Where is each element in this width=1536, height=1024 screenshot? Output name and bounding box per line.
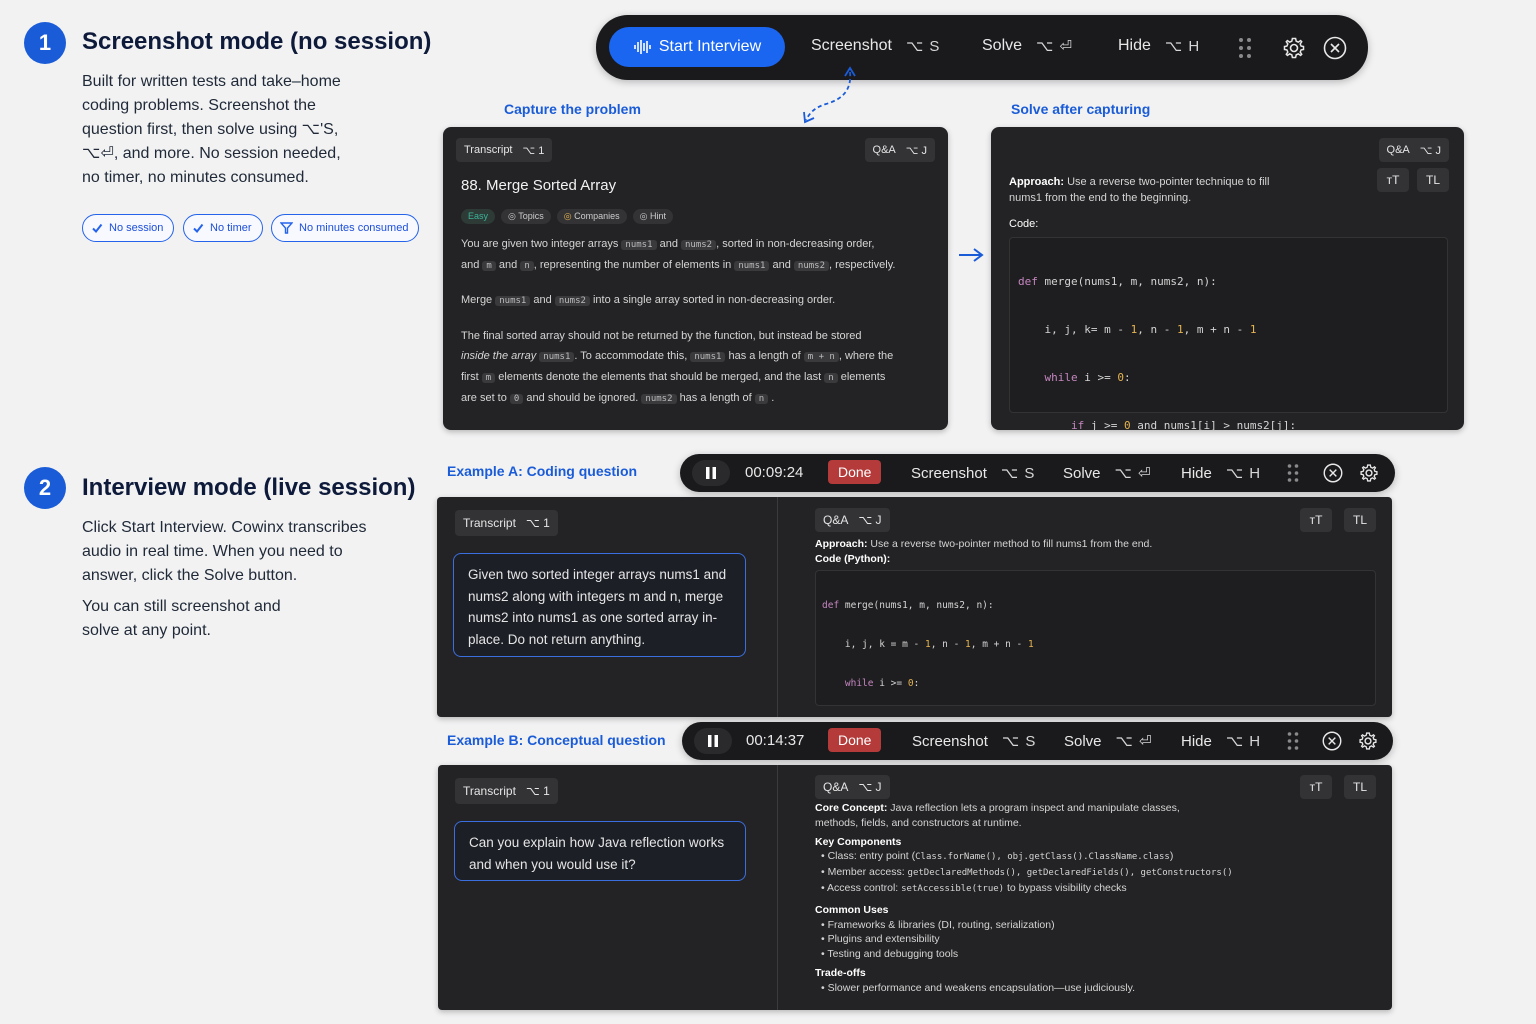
pause-icon[interactable] — [694, 728, 732, 754]
hide-button[interactable]: Hide ⌥ H — [1181, 464, 1261, 483]
solution-code-label: Code: — [1009, 218, 1039, 230]
session-toolbar-a: 00:09:24 Done Screenshot ⌥ S Solve ⌥ ⏎ Hid… — [680, 454, 1395, 492]
font-size-icon[interactable]: ᴛT — [1377, 168, 1409, 192]
gear-icon[interactable] — [1282, 36, 1306, 60]
check-icon — [91, 222, 103, 234]
tag-companies[interactable]: ◎ Companies — [556, 209, 627, 224]
session-timer: 00:14:37 — [746, 732, 805, 749]
section2-description: Click Start Interview. Cowinx transcribe… — [82, 519, 367, 584]
transcript-tab[interactable]: Transcript ⌥ 1 — [455, 778, 558, 804]
solution-approach: Approach: Use a reverse two-pointer tech… — [1009, 176, 1270, 204]
done-button[interactable]: Done — [828, 728, 882, 752]
drag-handle-icon[interactable] — [1238, 37, 1252, 59]
transcript-tab[interactable]: Transcript ⌥ 1 — [455, 510, 558, 536]
screenshot-button[interactable]: Screenshot ⌥ S — [911, 464, 1035, 483]
problem-description: You are given two integer arrays nums1 a… — [461, 238, 896, 404]
check-icon — [192, 222, 204, 234]
section1-description: Built for written tests and take–home co… — [82, 73, 341, 186]
transcript-bubble: Can you explain how Java reflection work… — [454, 821, 746, 881]
drag-handle-icon[interactable] — [1287, 731, 1299, 751]
example-a-approach: Approach: Use a reverse two-pointer meth… — [815, 538, 1153, 565]
screenshot-button[interactable]: Screenshot ⌥ S — [811, 37, 940, 55]
dashed-arrow-icon — [800, 64, 860, 126]
session-timer: 00:09:24 — [745, 464, 804, 481]
arrow-right-icon — [957, 247, 985, 263]
solution-code-block: def merge(nums1, m, nums2, n): i, j, k= … — [1009, 237, 1448, 430]
step-number-1: 1 — [24, 22, 66, 64]
section2-title: Interview mode (live session) — [82, 474, 416, 501]
drag-handle-icon[interactable] — [1287, 463, 1299, 483]
hide-button[interactable]: Hide ⌥ H — [1181, 732, 1261, 751]
pause-icon[interactable] — [692, 460, 730, 486]
close-circle-icon[interactable] — [1323, 36, 1347, 60]
gear-icon[interactable] — [1359, 463, 1379, 483]
panel-divider — [777, 497, 778, 717]
font-size-icon[interactable]: ᴛT — [1300, 775, 1332, 799]
solve-button[interactable]: Solve ⌥ ⏎ — [982, 37, 1073, 55]
font-size-icon[interactable]: ᴛT — [1300, 508, 1332, 532]
problem-tags: Easy ◎ Topics ◎ Companies ◎ Hint — [461, 209, 674, 224]
waveform-icon — [633, 39, 651, 55]
screenshot-button[interactable]: Screenshot ⌥ S — [912, 732, 1036, 751]
close-circle-icon[interactable] — [1322, 731, 1342, 751]
qa-tab[interactable]: Q&A ⌥ J — [815, 508, 890, 532]
top-toolbar: Start Interview Screenshot ⌥ S Solve ⌥ ⏎ H… — [596, 15, 1368, 80]
solve-button[interactable]: Solve ⌥ ⏎ — [1064, 732, 1153, 751]
qa-tab[interactable]: Q&A ⌥ J — [815, 775, 890, 799]
caption-capture-problem: Capture the problem — [504, 101, 641, 117]
step-number-2: 2 — [24, 467, 66, 509]
caption-example-b: Example B: Conceptual question — [447, 732, 666, 748]
gear-icon[interactable] — [1358, 731, 1378, 751]
tag-easy[interactable]: Easy — [461, 209, 496, 224]
font-style-icon[interactable]: TL — [1344, 775, 1376, 799]
pill-no-timer: No timer — [183, 214, 263, 242]
example-b-answer: Core Concept: Java reflection lets a pro… — [815, 802, 1233, 994]
problem-title: 88. Merge Sorted Array — [461, 177, 617, 194]
section1-title: Screenshot mode (no session) — [82, 28, 432, 55]
panel-divider — [777, 765, 778, 1010]
caption-example-a: Example A: Coding question — [447, 463, 638, 479]
pill-no-session: No session — [82, 214, 175, 242]
solution-panel: Q&A ⌥ J ᴛT TL Approach: Use a reverse two… — [991, 127, 1464, 430]
caption-solve-after: Solve after capturing — [1011, 101, 1151, 117]
example-a-code-block: def merge(nums1, m, nums2, n): i, j, k =… — [815, 570, 1376, 706]
example-b-panel: Transcript ⌥ 1 Can you explain how Java r… — [438, 765, 1392, 1010]
filter-check-icon — [280, 222, 293, 234]
close-circle-icon[interactable] — [1323, 463, 1343, 483]
start-interview-button[interactable]: Start Interview — [609, 27, 785, 67]
problem-panel: Transcript ⌥ 1 Q&A ⌥ J 88. Merge Sorted Ar… — [443, 127, 948, 430]
tag-hint[interactable]: ◎ Hint — [632, 209, 674, 224]
qa-tab[interactable]: Q&A ⌥ J — [1378, 138, 1449, 162]
tag-topics[interactable]: ◎ Topics — [501, 209, 551, 224]
done-button[interactable]: Done — [828, 460, 882, 484]
hide-button[interactable]: Hide ⌥ H — [1118, 37, 1200, 55]
transcript-bubble: Given two sorted integer arrays nums1 an… — [453, 553, 746, 657]
transcript-tab[interactable]: Transcript ⌥ 1 — [456, 138, 553, 162]
solve-button[interactable]: Solve ⌥ ⏎ — [1063, 464, 1152, 483]
font-style-icon[interactable]: TL — [1417, 168, 1449, 192]
font-style-icon[interactable]: TL — [1344, 508, 1376, 532]
session-toolbar-b: 00:14:37 Done Screenshot ⌥ S Solve ⌥ ⏎ Hid… — [682, 722, 1393, 760]
section2-description-2: You can still screenshot and solve at an… — [82, 598, 281, 639]
example-a-panel: Transcript ⌥ 1 Given two sorted integer a… — [437, 497, 1392, 717]
qa-tab[interactable]: Q&A ⌥ J — [864, 138, 935, 162]
pill-no-minutes: No minutes consumed — [271, 214, 420, 242]
